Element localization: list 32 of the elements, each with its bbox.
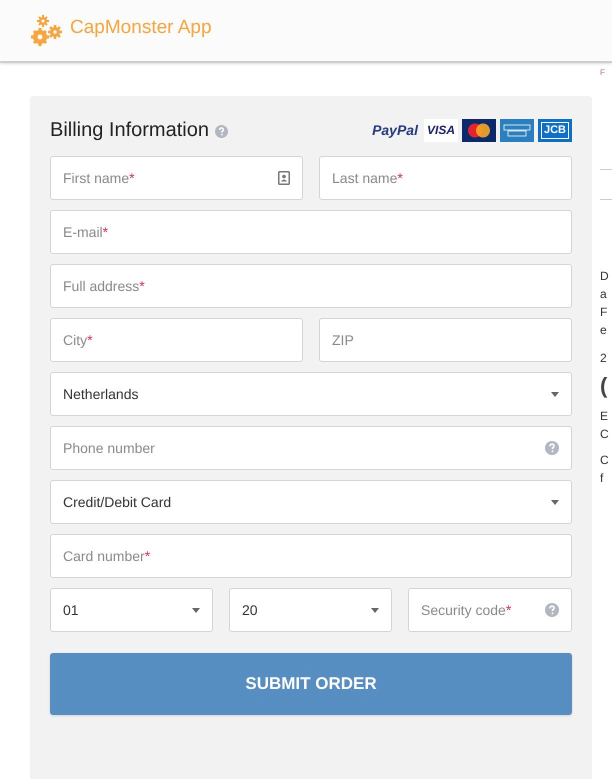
select-field[interactable]: Netherlands <box>50 372 572 416</box>
input-field[interactable]: ZIP <box>319 318 572 362</box>
input-field[interactable]: Card number* <box>50 534 572 578</box>
dropdown-caret-icon <box>551 500 559 504</box>
dropdown-caret-icon <box>192 608 200 612</box>
cut-off-text: C f <box>600 452 610 487</box>
input-field[interactable]: Security code* <box>408 588 572 632</box>
paypal-logo: PayPal <box>372 120 418 140</box>
input-field[interactable]: E-mail* <box>50 210 572 254</box>
jcb-logo: JCB <box>538 118 572 142</box>
cut-off-text: 2 <box>600 350 608 367</box>
gears-logo-icon <box>30 14 64 48</box>
input-field[interactable]: City* <box>50 318 303 362</box>
select-field[interactable]: 01 <box>50 588 213 632</box>
dropdown-caret-icon <box>371 608 379 612</box>
app-name: CapMonster App <box>70 16 212 40</box>
input-field[interactable]: First name* <box>50 156 303 200</box>
submit-order-button[interactable]: SUBMIT ORDER <box>50 653 572 715</box>
select-field[interactable]: Credit/Debit Card <box>50 480 572 524</box>
help-icon <box>214 125 228 138</box>
input-field[interactable]: Phone number <box>50 426 572 470</box>
select-field[interactable]: 20 <box>229 588 392 632</box>
cut-off-text: E C <box>600 408 610 443</box>
cut-off-text: D a F e <box>600 268 610 339</box>
visa-logo: VISA <box>424 118 458 142</box>
input-field[interactable]: Full address* <box>50 264 572 308</box>
card-logo-icon <box>462 118 496 142</box>
cut-off-text: F <box>600 67 606 79</box>
card-logo-icon <box>500 118 534 142</box>
dropdown-caret-icon <box>551 392 559 396</box>
input-field[interactable]: Last name* <box>319 156 572 200</box>
billing-title: Billing Information <box>50 118 209 143</box>
